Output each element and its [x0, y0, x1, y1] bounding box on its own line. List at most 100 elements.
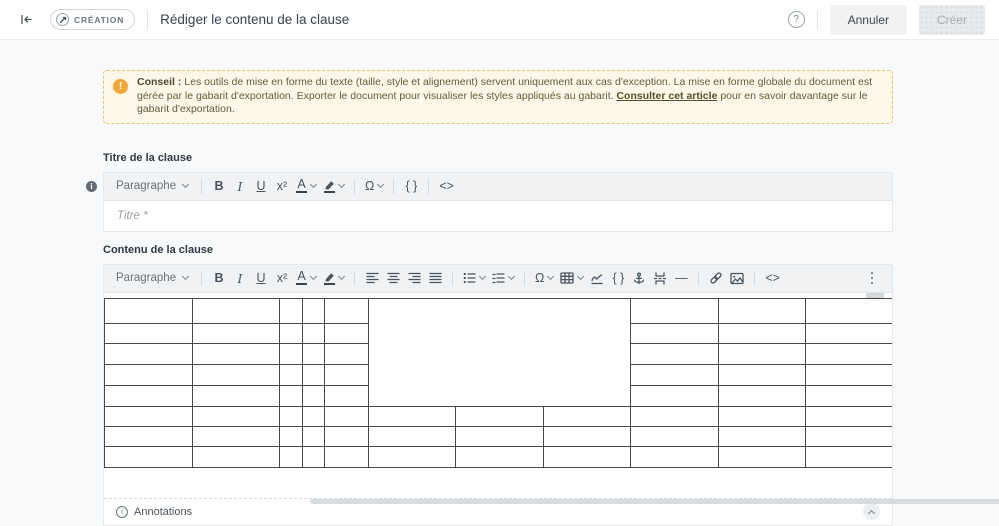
- table-cell[interactable]: [631, 426, 719, 446]
- font-color-button[interactable]: A: [293, 267, 319, 289]
- anchor-button[interactable]: [629, 267, 649, 289]
- table-cell[interactable]: [719, 298, 806, 323]
- insert-image-button[interactable]: [727, 267, 747, 289]
- special-characters-button[interactable]: Ω: [532, 267, 556, 289]
- bold-button[interactable]: B: [209, 175, 229, 197]
- source-code-button[interactable]: <>: [436, 175, 457, 197]
- variable-button[interactable]: { }: [608, 267, 628, 289]
- table-cell[interactable]: [193, 426, 280, 446]
- numbered-list-button[interactable]: [489, 267, 517, 289]
- title-input[interactable]: Titre *: [104, 201, 892, 231]
- table-cell[interactable]: [369, 406, 456, 426]
- table-cell[interactable]: [280, 406, 303, 426]
- table-cell[interactable]: [806, 323, 892, 343]
- table-cell[interactable]: [280, 446, 303, 467]
- table-cell[interactable]: [719, 446, 806, 467]
- table-cell[interactable]: [105, 343, 193, 364]
- variable-button[interactable]: { }: [401, 175, 421, 197]
- insert-table-button[interactable]: [557, 267, 586, 289]
- table-cell[interactable]: [280, 426, 303, 446]
- table-cell[interactable]: [193, 298, 280, 323]
- table-cell[interactable]: [325, 426, 369, 446]
- justify-button[interactable]: [425, 267, 445, 289]
- table-cell[interactable]: [193, 406, 280, 426]
- table-cell[interactable]: [369, 426, 456, 446]
- table-cell[interactable]: [280, 343, 303, 364]
- table-cell[interactable]: [719, 343, 806, 364]
- page-break-button[interactable]: [650, 267, 670, 289]
- table-cell[interactable]: [806, 364, 892, 385]
- table-cell[interactable]: [303, 385, 325, 406]
- table-cell[interactable]: [303, 446, 325, 467]
- table-cell[interactable]: [193, 323, 280, 343]
- table-cell[interactable]: [806, 298, 892, 323]
- table-cell[interactable]: [456, 406, 544, 426]
- table-cell[interactable]: [456, 426, 544, 446]
- underline-button[interactable]: U: [251, 175, 271, 197]
- table-cell[interactable]: [806, 385, 892, 406]
- annotations-toggle[interactable]: i Annotations: [116, 506, 192, 518]
- table-cell[interactable]: [325, 385, 369, 406]
- table-cell[interactable]: [544, 406, 631, 426]
- help-icon[interactable]: ?: [788, 11, 805, 28]
- table-cell[interactable]: [325, 343, 369, 364]
- table-cell[interactable]: [105, 446, 193, 467]
- table-cell[interactable]: [369, 446, 456, 467]
- table-cell[interactable]: [325, 446, 369, 467]
- table-cell[interactable]: [719, 385, 806, 406]
- table-cell[interactable]: [280, 385, 303, 406]
- paragraph-style-dropdown[interactable]: Paragraphe: [110, 267, 194, 289]
- table-cell[interactable]: [325, 406, 369, 426]
- table-cell[interactable]: [303, 406, 325, 426]
- collapse-annotations-button[interactable]: [863, 503, 880, 520]
- table-cell[interactable]: [193, 385, 280, 406]
- table-cell[interactable]: [105, 406, 193, 426]
- align-right-button[interactable]: [404, 267, 424, 289]
- table-cell[interactable]: [544, 446, 631, 467]
- table-cell[interactable]: [456, 446, 544, 467]
- table-cell[interactable]: [325, 323, 369, 343]
- table-cell[interactable]: [806, 406, 892, 426]
- table-cell[interactable]: [631, 446, 719, 467]
- table-cell[interactable]: [631, 406, 719, 426]
- superscript-button[interactable]: x²: [272, 175, 292, 197]
- table-cell[interactable]: [806, 343, 892, 364]
- table-cell[interactable]: [280, 323, 303, 343]
- bulleted-list-button[interactable]: [460, 267, 488, 289]
- table-cell[interactable]: [631, 385, 719, 406]
- table-cell[interactable]: [303, 364, 325, 385]
- table-cell[interactable]: [193, 364, 280, 385]
- table-cell[interactable]: [806, 446, 892, 467]
- table-cell[interactable]: [105, 364, 193, 385]
- table-cell[interactable]: [303, 323, 325, 343]
- create-button[interactable]: Créer: [919, 5, 985, 35]
- table-cell[interactable]: [303, 298, 325, 323]
- align-left-button[interactable]: [362, 267, 382, 289]
- underline-button[interactable]: U: [251, 267, 271, 289]
- table-cell[interactable]: [325, 364, 369, 385]
- highlight-button[interactable]: [320, 267, 347, 289]
- table-cell[interactable]: [631, 364, 719, 385]
- table-cell[interactable]: [105, 385, 193, 406]
- horizontal-scrollbar[interactable]: [310, 499, 999, 504]
- table-cell[interactable]: [105, 298, 193, 323]
- signature-button[interactable]: [587, 267, 607, 289]
- table-cell[interactable]: [280, 298, 303, 323]
- table-cell[interactable]: [303, 426, 325, 446]
- bold-button[interactable]: B: [209, 267, 229, 289]
- table-cell[interactable]: [631, 323, 719, 343]
- italic-button[interactable]: I: [230, 175, 250, 197]
- table-drag-handle[interactable]: [866, 293, 884, 298]
- align-center-button[interactable]: [383, 267, 403, 289]
- cancel-button[interactable]: Annuler: [830, 5, 907, 35]
- table-cell[interactable]: [719, 406, 806, 426]
- font-color-button[interactable]: A: [293, 175, 319, 197]
- table-cell[interactable]: [544, 426, 631, 446]
- table-cell[interactable]: [105, 323, 193, 343]
- table-cell[interactable]: [719, 323, 806, 343]
- horizontal-line-button[interactable]: —: [671, 267, 691, 289]
- article-link[interactable]: Consulter cet article: [616, 90, 717, 102]
- table-cell[interactable]: [303, 343, 325, 364]
- paragraph-style-dropdown[interactable]: Paragraphe: [110, 175, 194, 197]
- special-characters-button[interactable]: Ω: [362, 175, 386, 197]
